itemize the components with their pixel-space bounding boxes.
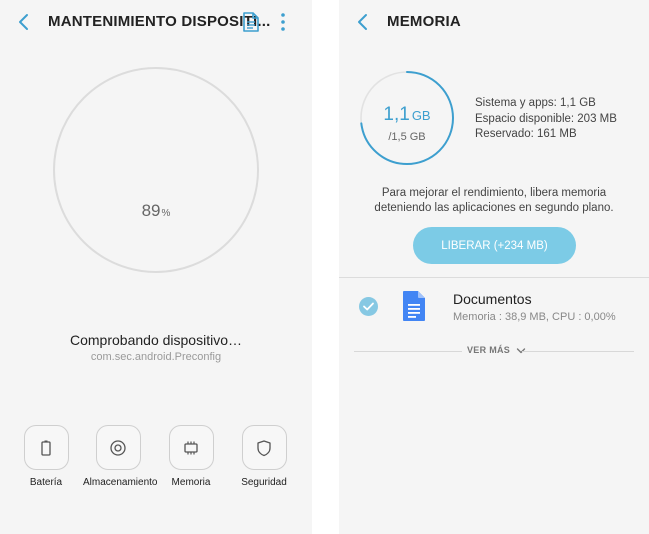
memory-used: 1,1 GB: [359, 104, 455, 126]
shield-icon: [257, 439, 271, 456]
category-security[interactable]: Seguridad: [229, 425, 299, 488]
battery-icon: [41, 440, 51, 456]
see-more-button[interactable]: VER MÁS: [467, 345, 526, 355]
category-memory[interactable]: Memoria: [156, 425, 226, 488]
divider: [339, 277, 649, 278]
progress-ring: [53, 67, 259, 273]
memory-screen: MEMORIA 1,1 GB /1,5 GB Sistema y apps: 1,…: [339, 0, 649, 534]
category-battery-label: Batería: [29, 477, 63, 488]
kebab-menu-icon: [281, 13, 285, 31]
memory-chip-icon: [184, 441, 198, 454]
category-memory-label: Memoria: [171, 477, 211, 488]
see-more-label: VER MÁS: [467, 345, 511, 355]
see-more-divider-right: [522, 351, 634, 352]
report-button[interactable]: [241, 11, 261, 38]
memory-used-unit: GB: [411, 108, 431, 123]
progress-value: 89: [141, 201, 161, 220]
back-arrow-icon: [358, 14, 367, 30]
category-security-label: Seguridad: [241, 477, 287, 488]
app-checkbox[interactable]: [359, 297, 378, 316]
back-button[interactable]: [12, 10, 36, 34]
storage-icon: [110, 439, 126, 456]
device-maintenance-screen: MANTENIMIENTO DISPOSITI... 89% Comproban…: [0, 0, 312, 534]
category-storage-label: Almacenamiento: [83, 477, 158, 488]
more-options-button[interactable]: [278, 12, 288, 37]
memory-hint: Para mejorar el rendimiento, libera memo…: [374, 187, 614, 214]
page-title: MANTENIMIENTO DISPOSITI...: [48, 13, 271, 30]
stat-available: Espacio disponible: 203 MB: [475, 112, 617, 125]
document-icon: [243, 12, 259, 32]
page-title: MEMORIA: [387, 13, 461, 30]
app-usage-info: Memoria : 38,9 MB, CPU : 0,00%: [453, 311, 616, 323]
free-memory-button[interactable]: LIBERAR (+234 MB): [413, 227, 576, 264]
category-memory-tile: [168, 425, 214, 470]
checkmark-icon: [363, 302, 374, 311]
back-button[interactable]: [351, 10, 375, 34]
category-storage-tile: [95, 425, 141, 470]
app-name: Documentos: [453, 291, 532, 307]
app-bar: MEMORIA: [339, 0, 649, 44]
checking-package: com.sec.android.Preconfig: [90, 351, 222, 363]
docs-icon: [403, 291, 425, 321]
stat-reserved: Reservado: 161 MB: [475, 128, 577, 140]
stat-system-apps: Sistema y apps: 1,1 GB: [475, 97, 596, 109]
memory-used-value: 1,1: [383, 104, 410, 125]
screen-gap: [312, 0, 339, 534]
checking-status: Comprobando dispositivo…: [70, 332, 242, 348]
see-more-divider-left: [354, 351, 462, 352]
category-security-tile: [241, 425, 287, 470]
app-list-item[interactable]: Documentos Memoria : 38,9 MB, CPU : 0,00…: [339, 280, 649, 332]
back-arrow-icon: [19, 14, 28, 30]
percent-sign: %: [161, 208, 171, 219]
memory-stats: Sistema y apps: 1,1 GB Espacio disponibl…: [475, 96, 617, 143]
progress-percent: 89%: [53, 201, 259, 221]
category-storage[interactable]: Almacenamiento: [83, 425, 158, 488]
app-bar: MANTENIMIENTO DISPOSITI...: [0, 0, 312, 44]
category-battery-tile: [23, 425, 69, 470]
memory-total: /1,5 GB: [388, 131, 426, 143]
category-battery[interactable]: Batería: [11, 425, 81, 488]
docs-app-icon: [402, 290, 426, 327]
